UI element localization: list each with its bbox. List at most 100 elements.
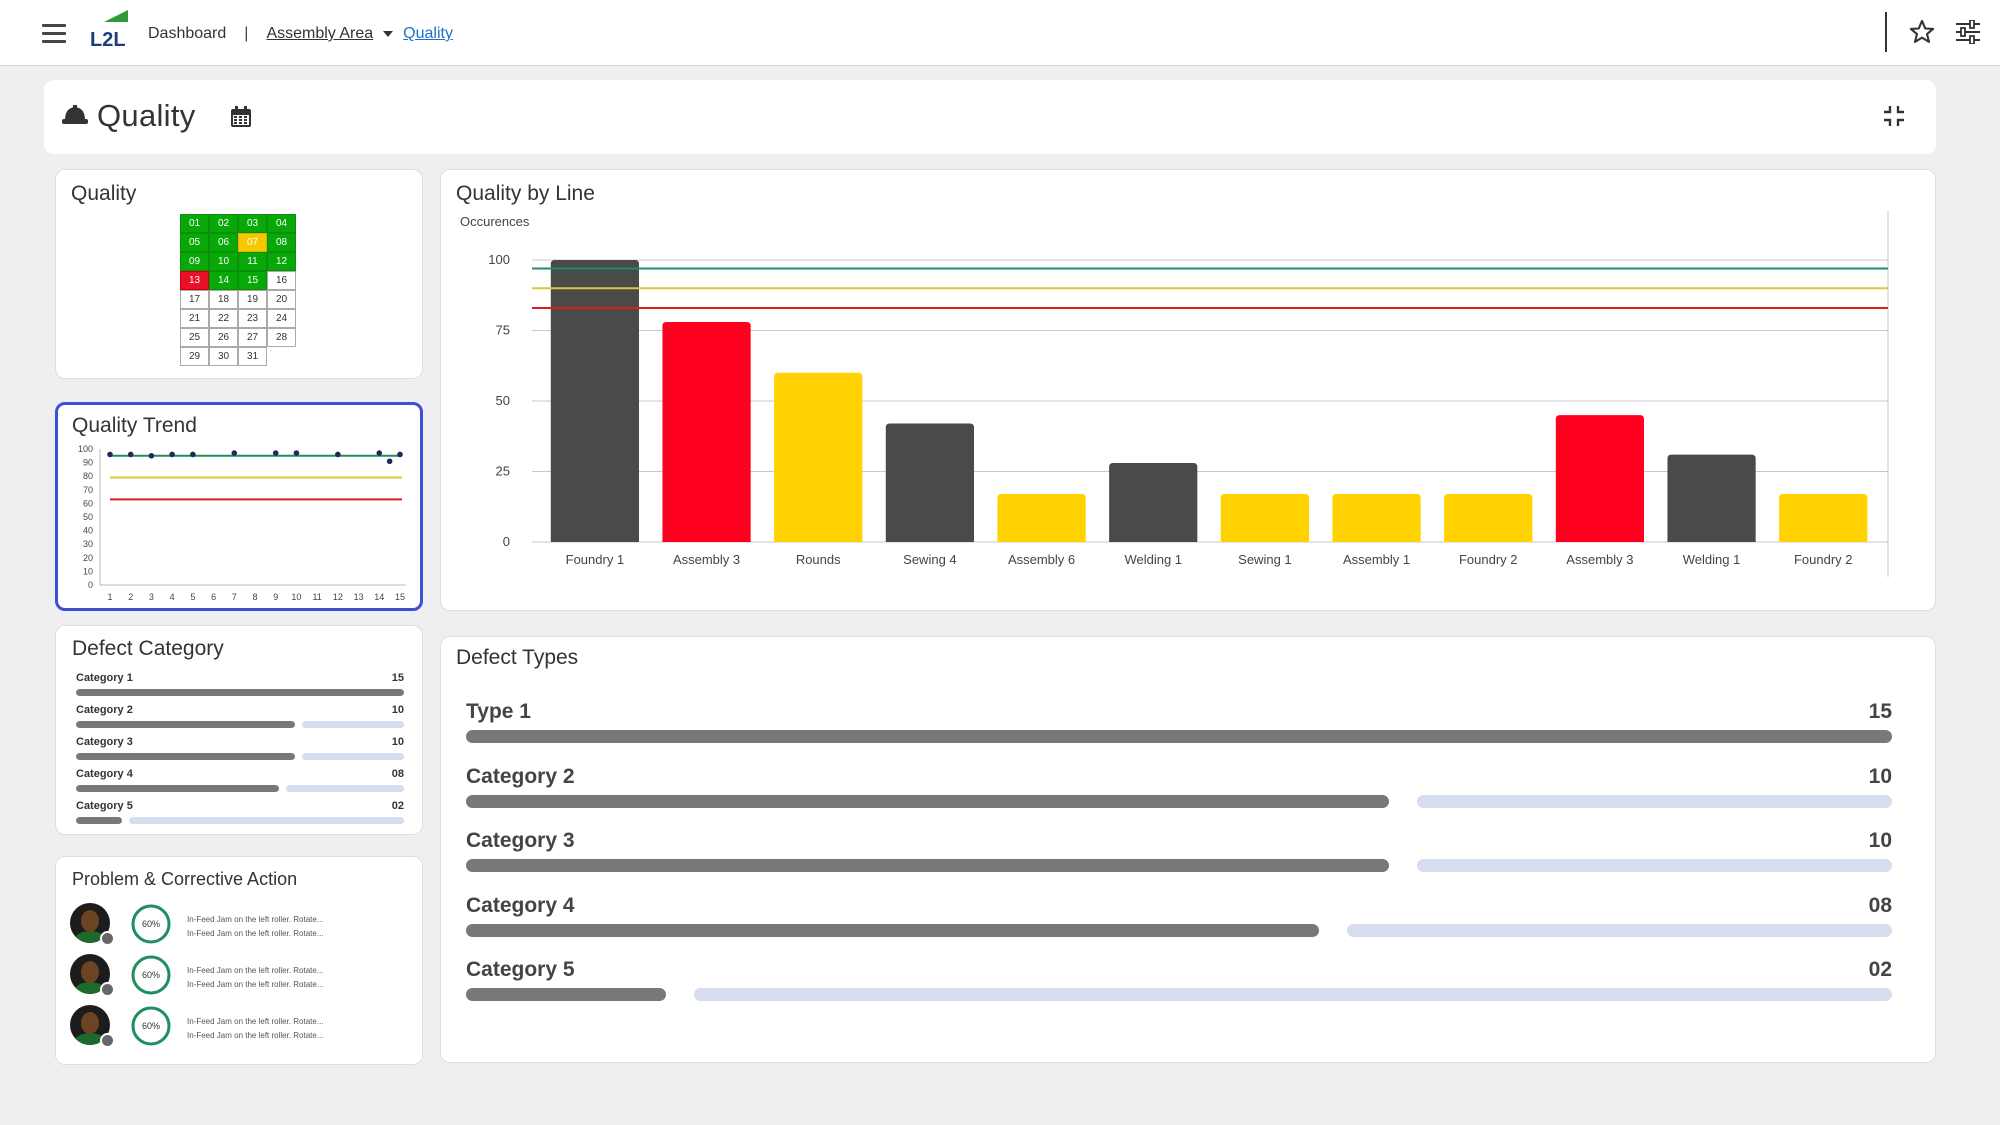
defect-type-label: Category 2 [466, 764, 575, 788]
y-tick-label: 40 [83, 526, 93, 536]
calendar-day[interactable]: 13 [180, 271, 209, 290]
calendar-day[interactable]: 24 [267, 309, 296, 328]
calendar-icon[interactable] [230, 106, 252, 128]
calendar-day[interactable]: 30 [209, 347, 238, 366]
bar [662, 322, 751, 542]
star-icon[interactable] [1908, 18, 1936, 46]
calendar-day[interactable]: 01 [180, 214, 209, 233]
defect-type-row[interactable]: Type 1 15 [466, 700, 1892, 752]
calendar-day[interactable]: 12 [267, 252, 296, 271]
collapse-icon[interactable] [1882, 104, 1906, 128]
calendar-day[interactable]: 28 [267, 328, 296, 347]
defect-category-row[interactable]: Category 3 10 [76, 736, 404, 766]
calendar-day[interactable]: 29 [180, 347, 209, 366]
progress-fill [466, 859, 1389, 872]
chevron-down-icon[interactable] [383, 31, 394, 37]
progress-fill [76, 721, 295, 728]
calendar-day[interactable]: 27 [238, 328, 267, 347]
y-tick-label: 30 [83, 539, 93, 549]
calendar-day[interactable]: 31 [238, 347, 267, 366]
x-tick-label: 8 [252, 592, 257, 602]
avatar-face [81, 1012, 99, 1034]
x-tick-label: 9 [273, 592, 278, 602]
data-point [169, 451, 175, 458]
defect-type-row[interactable]: Category 4 08 [466, 894, 1892, 946]
pca-item[interactable]: 60% In-Feed Jam on the left roller. Rotat… [70, 1005, 400, 1049]
x-tick-label: Assembly 3 [1566, 552, 1633, 567]
calendar-day[interactable]: 04 [267, 214, 296, 233]
breadcrumb-assembly-area[interactable]: Assembly Area [266, 25, 373, 43]
avatar-face [81, 910, 99, 932]
quality-trend-chart: 01020304050607080901001 2 3 4 5 6 7 8 9 10 11 12 13 1… [78, 444, 406, 602]
calendar-day[interactable]: 06 [209, 233, 238, 252]
wrench-badge-icon [100, 1033, 115, 1048]
filter-sliders-icon[interactable] [1955, 19, 1981, 45]
y-tick-label: 0 [503, 534, 510, 549]
calendar-day[interactable]: 09 [180, 252, 209, 271]
data-point [335, 451, 341, 458]
progress-fill [76, 817, 122, 824]
l2l-logo[interactable]: L2L [88, 8, 132, 51]
x-tick-label: Welding 1 [1683, 552, 1741, 567]
defect-type-row[interactable]: Category 3 10 [466, 829, 1892, 881]
pca-item[interactable]: 60% In-Feed Jam on the left roller. Rotat… [70, 903, 400, 947]
defect-category-row[interactable]: Category 4 08 [76, 768, 404, 798]
calendar-day[interactable]: 16 [267, 271, 296, 290]
calendar-day[interactable]: 25 [180, 328, 209, 347]
bar [885, 423, 975, 542]
bar [1555, 415, 1645, 542]
page-header: Quality [44, 80, 1936, 154]
calendar-day[interactable]: 10 [209, 252, 238, 271]
breadcrumb-dashboard[interactable]: Dashboard [148, 25, 226, 43]
category-label: Category 3 [76, 736, 133, 748]
bar [774, 372, 863, 542]
bar [1332, 494, 1421, 542]
calendar-day[interactable]: 23 [238, 309, 267, 328]
defect-type-row[interactable]: Category 5 02 [466, 958, 1892, 1010]
calendar-day[interactable]: 19 [238, 290, 267, 309]
defect-category-row[interactable]: Category 5 02 [76, 800, 404, 830]
calendar-day[interactable]: 21 [180, 309, 209, 328]
breadcrumb-quality[interactable]: Quality [403, 25, 453, 43]
calendar-day[interactable]: 07 [238, 233, 267, 252]
bar [997, 494, 1086, 542]
defect-type-value: 10 [1868, 829, 1892, 852]
data-point [231, 450, 238, 456]
calendar-day[interactable]: 11 [238, 252, 267, 271]
category-label: Category 2 [76, 704, 133, 716]
x-tick-label: 15 [395, 592, 405, 602]
x-tick-label: Welding 1 [1124, 552, 1182, 567]
pca-line-2: In-Feed Jam on the left roller. Rotate..… [187, 929, 324, 938]
calendar-day[interactable]: 22 [209, 309, 238, 328]
hamburger-menu-icon[interactable] [42, 24, 66, 44]
calendar-day[interactable]: 17 [180, 290, 209, 309]
calendar-day[interactable]: 18 [209, 290, 238, 309]
calendar-day[interactable]: 05 [180, 233, 209, 252]
defect-category-row[interactable]: Category 1 15 [76, 672, 404, 702]
calendar-day[interactable]: 15 [238, 271, 267, 290]
defect-category-row[interactable]: Category 2 10 [76, 704, 404, 734]
x-tick-label: 2 [128, 592, 133, 602]
defect-type-row[interactable]: Category 2 10 [466, 765, 1892, 817]
x-tick-label: Sewing 4 [903, 552, 956, 567]
progress-track [1417, 859, 1892, 872]
defect-type-value: 10 [1868, 764, 1892, 788]
top-bar: L2L Dashboard | Assembly Area Quality [0, 0, 2000, 66]
calendar-day[interactable]: 20 [267, 290, 296, 309]
x-tick-label: 3 [149, 592, 154, 602]
calendar-day[interactable]: 08 [267, 233, 296, 252]
pca-item[interactable]: 60% In-Feed Jam on the left roller. Rotat… [70, 954, 400, 998]
calendar-day[interactable]: 26 [209, 328, 238, 347]
calendar-day[interactable]: 14 [209, 271, 238, 290]
card-title: Problem & Corrective Action [72, 869, 298, 889]
y-tick-label: 0 [88, 580, 93, 590]
pca-line-2: In-Feed Jam on the left roller. Rotate..… [187, 980, 324, 989]
calendar-day[interactable]: 02 [209, 214, 238, 233]
x-tick-label: Foundry 2 [1794, 552, 1853, 567]
progress-fill [76, 753, 295, 760]
y-tick-label: 50 [83, 512, 93, 522]
data-point [293, 450, 300, 456]
progress-fill [466, 794, 1389, 808]
calendar-day[interactable]: 03 [238, 214, 267, 233]
progress-fill [76, 689, 404, 696]
